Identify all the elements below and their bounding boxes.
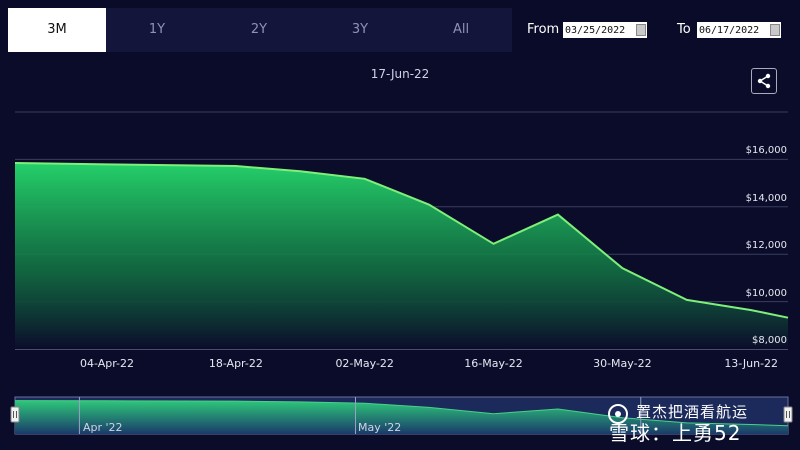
y-tick-label: $16,000	[745, 145, 787, 157]
y-tick-label: $12,000	[745, 240, 787, 252]
x-tick-label: 18-Apr-22	[208, 357, 263, 370]
x-tick-label: 13-Jun-22	[724, 357, 779, 370]
navigator-label-apr: Apr '22	[83, 421, 123, 434]
navigator-label-may: May '22	[358, 421, 402, 434]
x-tick-label: 02-May-22	[335, 357, 394, 370]
price-chart[interactable]	[0, 0, 800, 450]
watermark-text: 雪球：上勇52	[609, 421, 742, 445]
x-tick-label: 30-May-22	[593, 357, 652, 370]
x-tick-label: 04-Apr-22	[80, 357, 135, 370]
price-area	[15, 163, 788, 349]
x-tick-label: 16-May-22	[464, 357, 523, 370]
y-tick-label: $8,000	[752, 335, 787, 346]
y-tick-label: $14,000	[745, 192, 787, 204]
y-tick-label: $10,000	[745, 287, 787, 299]
navigator-left-handle[interactable]	[10, 406, 20, 423]
navigator-right-handle[interactable]	[783, 406, 793, 423]
